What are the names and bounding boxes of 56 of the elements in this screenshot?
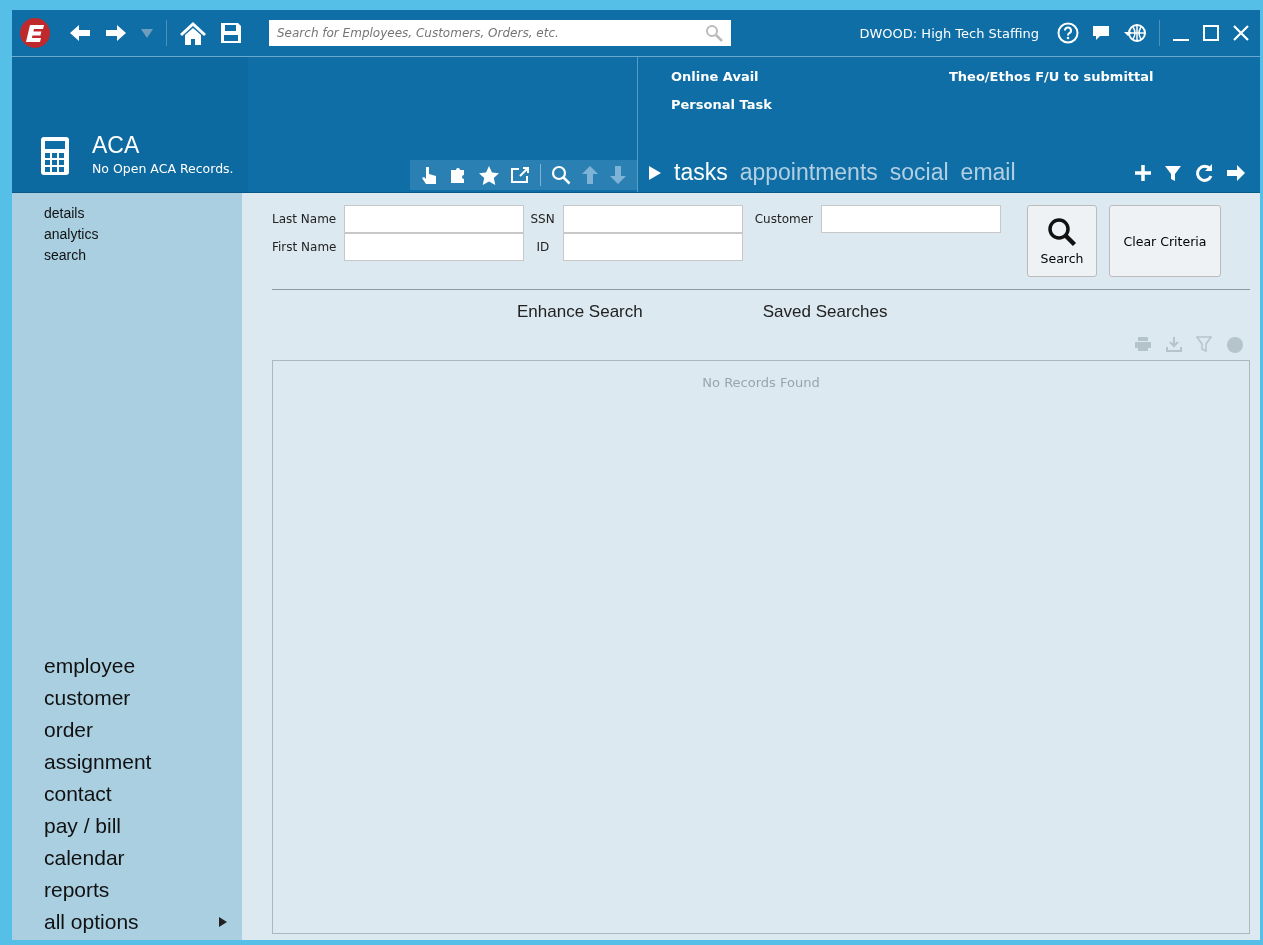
sidebar-link[interactable]: analytics [44, 226, 242, 242]
search-option-tab[interactable]: Enhance Search [517, 302, 643, 322]
chat-icon[interactable] [1091, 24, 1111, 42]
calculator-icon [40, 136, 70, 176]
criteria-label: First Name [272, 240, 338, 254]
home-icon[interactable] [179, 20, 207, 46]
help-icon[interactable] [1057, 22, 1079, 44]
criteria-label: Customer [754, 212, 814, 226]
nav-item[interactable]: reports [44, 878, 242, 902]
filter-icon[interactable] [1164, 163, 1182, 182]
close-icon[interactable] [1232, 24, 1250, 42]
refresh-icon[interactable] [1194, 162, 1214, 183]
right-arrow-icon[interactable] [1226, 163, 1246, 182]
plus-icon[interactable] [1134, 163, 1152, 182]
nav-item[interactable]: order [44, 718, 242, 742]
criteria-input[interactable] [562, 205, 743, 233]
save-icon[interactable] [219, 21, 243, 45]
global-search-field[interactable]: Search for Employees, Customers, Orders, etc. [269, 20, 731, 46]
criteria-input[interactable] [344, 233, 525, 261]
reminder-link[interactable]: Personal Task [671, 97, 949, 112]
clear-criteria-button[interactable]: Clear Criteria [1109, 205, 1221, 277]
criteria-label: ID [536, 240, 551, 254]
criteria-input[interactable] [821, 205, 1001, 233]
maximize-icon[interactable] [1202, 24, 1220, 42]
nav-item[interactable]: contact [44, 782, 242, 806]
criteria-input[interactable] [344, 205, 525, 233]
nav-item[interactable]: employee [44, 654, 242, 678]
nav-item[interactable]: pay / bill [44, 814, 242, 838]
sidebar-link[interactable]: search [44, 247, 242, 263]
search-icon[interactable] [551, 165, 571, 185]
pointer-hand-icon[interactable] [420, 165, 438, 185]
user-company-label: DWOOD: High Tech Staffing [859, 25, 1039, 41]
criteria-label: SSN [530, 212, 556, 226]
panel-tab[interactable]: tasks [674, 159, 728, 186]
criteria-label: Last Name [272, 212, 338, 226]
nav-item[interactable]: all options [44, 910, 242, 934]
search-icon [705, 24, 723, 42]
star-icon[interactable] [478, 165, 500, 185]
nav-item[interactable]: calendar [44, 846, 242, 870]
empty-message: No Records Found [702, 375, 820, 390]
back-arrow-icon[interactable] [68, 23, 92, 43]
nav-item[interactable]: customer [44, 686, 242, 710]
nav-item[interactable]: assignment [44, 750, 242, 774]
search-icon [1047, 216, 1077, 247]
reminder-link[interactable]: Theo/Ethos F/U to submittal [949, 69, 1246, 84]
forward-arrow-icon[interactable] [104, 23, 128, 43]
play-icon[interactable] [648, 164, 662, 181]
criteria-input[interactable] [562, 233, 743, 261]
module-title: ACA [92, 132, 141, 159]
external-link-icon[interactable] [510, 166, 530, 184]
app-logo[interactable] [20, 18, 50, 48]
search-option-tab[interactable]: Saved Searches [762, 302, 888, 322]
sidebar-link[interactable]: details [44, 205, 242, 221]
module-status: No Open ACA Records. [92, 161, 234, 176]
reminder-link[interactable]: Online Avail [671, 69, 949, 84]
search-button[interactable]: Search [1027, 205, 1097, 277]
